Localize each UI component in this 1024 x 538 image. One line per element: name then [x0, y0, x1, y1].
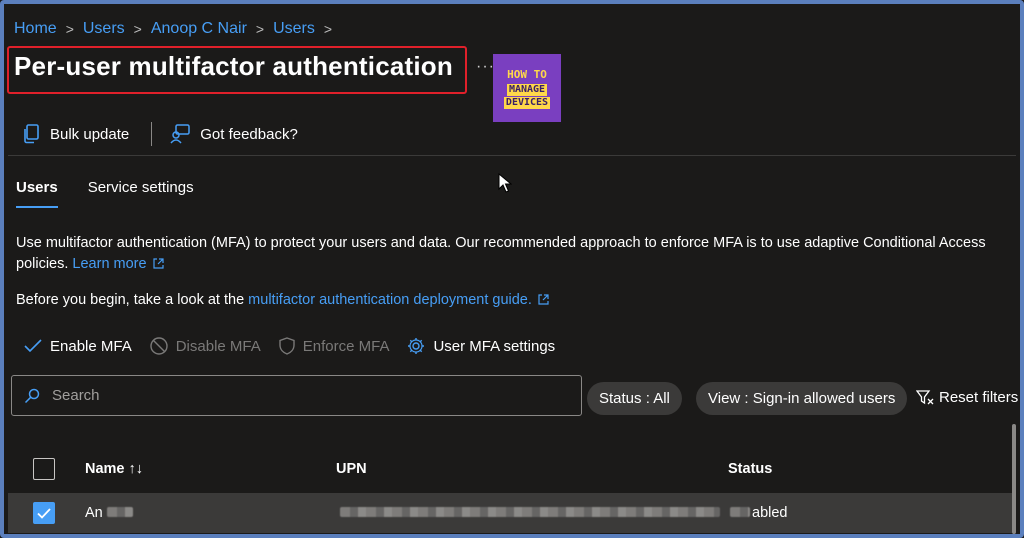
mfa-action-bar: Enable MFA Disable MFA Enforce MFA User …	[24, 337, 573, 355]
enable-mfa-label: Enable MFA	[50, 337, 132, 355]
row-checkbox[interactable]	[33, 502, 55, 524]
how-to-manage-devices-logo: HOW TO MANAGE DEVICES	[493, 54, 561, 122]
row-name: An	[85, 505, 133, 521]
command-bar: Bulk update Got feedback?	[22, 122, 298, 146]
column-status-header: Status	[728, 461, 773, 477]
enforce-mfa-button[interactable]: Enforce MFA	[279, 337, 390, 355]
search-placeholder: Search	[52, 387, 100, 404]
learn-more-link[interactable]: Learn more	[72, 256, 164, 272]
external-link-icon	[538, 294, 549, 305]
before-text: Before you begin, take a look at the	[16, 292, 245, 308]
gear-icon	[408, 338, 425, 354]
checkmark-icon	[24, 339, 42, 353]
breadcrumb: Home > Users > Anoop C Nair > Users >	[14, 20, 341, 38]
scrollbar[interactable]	[1012, 424, 1016, 534]
window-frame: Home > Users > Anoop C Nair > Users > Pe…	[0, 0, 1024, 538]
tab-bar: Users Service settings	[16, 179, 224, 208]
disable-mfa-button[interactable]: Disable MFA	[150, 337, 261, 355]
view-filter-pill[interactable]: View : Sign-in allowed users	[696, 382, 908, 415]
reset-filters-label: Reset filters	[939, 389, 1019, 406]
row-status: abled	[730, 505, 787, 521]
search-input[interactable]: Search	[11, 375, 582, 416]
block-icon	[150, 337, 168, 355]
tab-service-settings[interactable]: Service settings	[88, 179, 194, 208]
breadcrumb-users[interactable]: Users	[83, 20, 125, 38]
filter-icon	[916, 389, 934, 404]
redacted-text	[730, 507, 750, 517]
checkmark-icon	[37, 507, 51, 519]
logo-line-1: HOW TO	[507, 67, 547, 81]
chevron-right-icon: >	[255, 21, 265, 37]
breadcrumb-home[interactable]: Home	[14, 20, 57, 38]
header-divider	[8, 155, 1016, 156]
chevron-right-icon: >	[65, 21, 74, 37]
search-icon	[24, 388, 40, 403]
breadcrumb-user[interactable]: Anoop C Nair	[151, 20, 247, 38]
table-header: Name ↑↓ UPN Status	[8, 449, 1016, 489]
row-upn	[340, 505, 720, 521]
feedback-label: Got feedback?	[200, 125, 298, 143]
logo-line-2: MANAGE	[506, 83, 548, 96]
external-link-icon	[152, 258, 164, 269]
user-mfa-settings-label: User MFA settings	[433, 337, 556, 355]
document-copy-icon	[24, 124, 39, 144]
deployment-guide-link[interactable]: multifactor authentication deployment gu…	[248, 292, 549, 308]
enforce-mfa-label: Enforce MFA	[302, 337, 390, 355]
chevron-right-icon: >	[323, 21, 333, 37]
table-row[interactable]: An abled	[8, 493, 1012, 533]
breadcrumb-users-2[interactable]: Users	[273, 20, 315, 38]
user-mfa-settings-button[interactable]: User MFA settings	[407, 337, 555, 355]
bulk-update-button[interactable]: Bulk update	[22, 124, 129, 144]
column-name-header[interactable]: Name ↑↓	[85, 461, 143, 477]
shield-icon	[279, 337, 295, 355]
divider	[151, 122, 153, 146]
page-title: Per-user multifactor authentication	[14, 51, 453, 81]
redacted-upn	[340, 507, 720, 517]
bulk-update-label: Bulk update	[50, 125, 130, 143]
status-filter-pill[interactable]: Status : All	[587, 382, 682, 415]
enable-mfa-button[interactable]: Enable MFA	[24, 338, 132, 355]
row-name-text: An	[85, 505, 103, 521]
row-status-text: abled	[752, 505, 788, 521]
learn-more-label: Learn more	[72, 256, 147, 272]
feedback-button[interactable]: Got feedback?	[170, 124, 298, 144]
reset-filters-button[interactable]: Reset filters	[916, 389, 1018, 406]
feedback-person-icon	[170, 124, 190, 144]
chevron-right-icon: >	[133, 21, 142, 37]
deployment-guide-text: Before you begin, take a look at the mul…	[16, 292, 549, 308]
mfa-description: Use multifactor authentication (MFA) to …	[16, 233, 1016, 275]
disable-mfa-label: Disable MFA	[175, 337, 261, 355]
tab-users[interactable]: Users	[16, 179, 58, 208]
column-upn-header: UPN	[336, 461, 367, 477]
mouse-cursor-icon	[498, 173, 512, 193]
logo-line-3: DEVICES	[503, 96, 551, 109]
select-all-checkbox[interactable]	[33, 458, 55, 480]
redacted-text	[106, 507, 133, 517]
guide-link-label: multifactor authentication deployment gu…	[248, 292, 532, 308]
